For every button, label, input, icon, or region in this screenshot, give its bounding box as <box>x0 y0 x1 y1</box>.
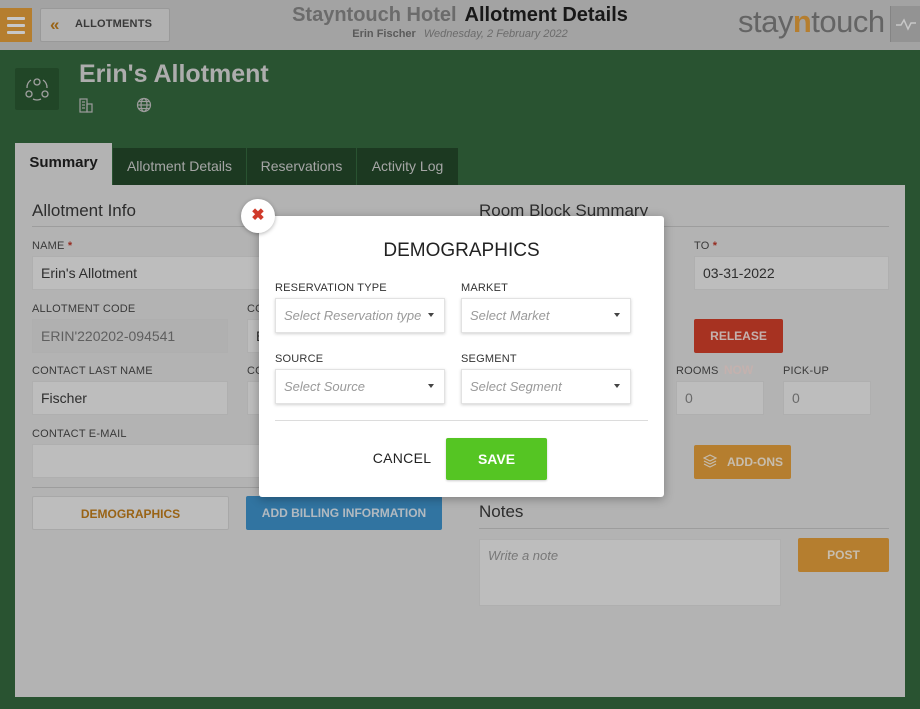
reservation-type-placeholder: Select Reservation type <box>284 308 422 323</box>
demographics-modal: DEMOGRAPHICS RESERVATION TYPE Select Res… <box>259 216 664 497</box>
reservation-type-select[interactable]: Select Reservation type <box>275 298 445 333</box>
reservation-type-label: RESERVATION TYPE <box>275 282 387 294</box>
source-label: SOURCE <box>275 353 324 365</box>
close-icon[interactable]: ✖ <box>241 199 275 233</box>
market-select[interactable]: Select Market <box>461 298 631 333</box>
market-label: MARKET <box>461 282 509 294</box>
market-placeholder: Select Market <box>470 308 550 323</box>
caret-down-icon <box>614 384 620 388</box>
cancel-button[interactable]: CANCEL <box>362 440 442 476</box>
segment-placeholder: Select Segment <box>470 379 562 394</box>
modal-title: DEMOGRAPHICS <box>383 240 540 261</box>
source-placeholder: Select Source <box>284 379 365 394</box>
segment-label: SEGMENT <box>461 353 517 365</box>
modal-divider <box>275 420 648 421</box>
save-button[interactable]: SAVE <box>446 438 547 480</box>
caret-down-icon <box>428 384 434 388</box>
caret-down-icon <box>428 313 434 317</box>
source-select[interactable]: Select Source <box>275 369 445 404</box>
segment-select[interactable]: Select Segment <box>461 369 631 404</box>
caret-down-icon <box>614 313 620 317</box>
